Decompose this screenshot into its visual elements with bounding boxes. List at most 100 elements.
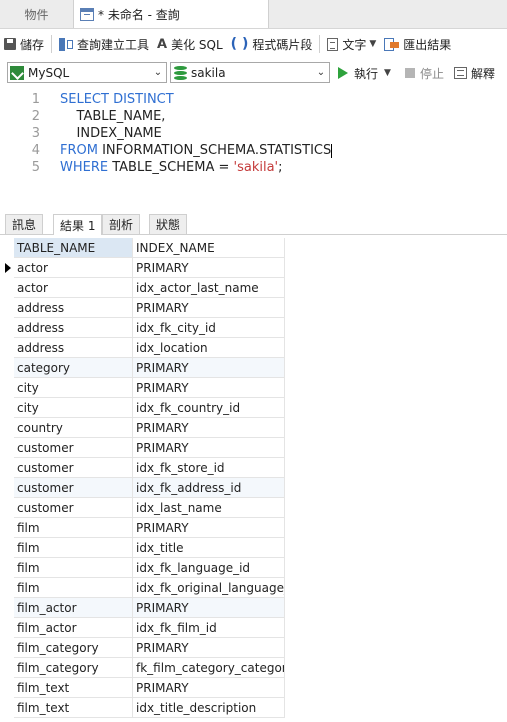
cell-index-name[interactable]: PRIMARY bbox=[133, 438, 285, 458]
table-row[interactable]: film PRIMARY bbox=[0, 518, 285, 538]
sql-editor[interactable]: 1 SELECT DISTINCT 2 TABLE_NAME, 3 INDEX_NAM… bbox=[0, 88, 507, 210]
tab-messages[interactable]: 訊息 bbox=[5, 214, 44, 234]
cell-index-name[interactable]: PRIMARY bbox=[133, 518, 285, 538]
save-button[interactable]: 儲存 bbox=[0, 31, 48, 57]
cell-index-name[interactable]: idx_fk_film_id bbox=[133, 618, 285, 638]
cell-index-name[interactable]: idx_title_description bbox=[133, 698, 285, 718]
cell-index-name[interactable]: idx_title bbox=[133, 538, 285, 558]
table-row[interactable]: film_text PRIMARY bbox=[0, 678, 285, 698]
caret-down-icon[interactable]: ▼ bbox=[384, 68, 391, 78]
table-row[interactable]: customer idx_last_name bbox=[0, 498, 285, 518]
row-marker[interactable] bbox=[0, 658, 14, 678]
table-row[interactable]: country PRIMARY bbox=[0, 418, 285, 438]
row-marker[interactable] bbox=[0, 498, 14, 518]
database-select[interactable]: sakila ⌄ bbox=[170, 62, 330, 83]
row-marker[interactable] bbox=[0, 618, 14, 638]
table-row[interactable]: city idx_fk_country_id bbox=[0, 398, 285, 418]
table-row[interactable]: film_category fk_film_category_category bbox=[0, 658, 285, 678]
cell-table-name[interactable]: customer bbox=[14, 498, 133, 518]
cell-table-name[interactable]: category bbox=[14, 358, 133, 378]
cell-table-name[interactable]: film_actor bbox=[14, 618, 133, 638]
cell-index-name[interactable]: idx_fk_store_id bbox=[133, 458, 285, 478]
row-marker[interactable] bbox=[0, 398, 14, 418]
cell-table-name[interactable]: customer bbox=[14, 478, 133, 498]
row-marker[interactable] bbox=[0, 558, 14, 578]
row-marker[interactable] bbox=[0, 598, 14, 618]
table-row[interactable]: film idx_fk_language_id bbox=[0, 558, 285, 578]
row-marker[interactable] bbox=[0, 338, 14, 358]
cell-table-name[interactable]: city bbox=[14, 398, 133, 418]
cell-table-name[interactable]: film bbox=[14, 538, 133, 558]
table-row[interactable]: customer PRIMARY bbox=[0, 438, 285, 458]
cell-table-name[interactable]: film_actor bbox=[14, 598, 133, 618]
table-row[interactable]: address idx_location bbox=[0, 338, 285, 358]
cell-table-name[interactable]: film bbox=[14, 578, 133, 598]
text-mode-button[interactable]: 文字 ▼ bbox=[323, 31, 380, 57]
row-marker[interactable] bbox=[0, 438, 14, 458]
cell-index-name[interactable]: PRIMARY bbox=[133, 638, 285, 658]
cell-index-name[interactable]: idx_last_name bbox=[133, 498, 285, 518]
table-row[interactable]: film_category PRIMARY bbox=[0, 638, 285, 658]
row-marker[interactable] bbox=[0, 478, 14, 498]
caret-down-icon[interactable]: ▼ bbox=[369, 39, 376, 49]
row-marker[interactable] bbox=[0, 298, 14, 318]
tab-status[interactable]: 狀態 bbox=[149, 214, 188, 234]
current-row-arrow-icon[interactable] bbox=[0, 258, 14, 278]
connection-select[interactable]: MySQL ⌄ bbox=[7, 62, 167, 83]
row-marker[interactable] bbox=[0, 378, 14, 398]
cell-table-name[interactable]: film bbox=[14, 518, 133, 538]
cell-index-name[interactable]: PRIMARY bbox=[133, 378, 285, 398]
cell-table-name[interactable]: film_category bbox=[14, 638, 133, 658]
cell-index-name[interactable]: idx_location bbox=[133, 338, 285, 358]
table-row[interactable]: actor idx_actor_last_name bbox=[0, 278, 285, 298]
row-marker[interactable] bbox=[0, 518, 14, 538]
cell-table-name[interactable]: address bbox=[14, 298, 133, 318]
table-row[interactable]: category PRIMARY bbox=[0, 358, 285, 378]
cell-index-name[interactable]: idx_fk_language_id bbox=[133, 558, 285, 578]
row-marker[interactable] bbox=[0, 698, 14, 718]
stop-button[interactable]: 停止 bbox=[405, 62, 444, 84]
export-results-button[interactable]: 匯出結果 bbox=[380, 31, 455, 57]
query-builder-button[interactable]: 查詢建立工具 bbox=[55, 31, 153, 57]
table-row[interactable]: film idx_title bbox=[0, 538, 285, 558]
cell-index-name[interactable]: idx_fk_city_id bbox=[133, 318, 285, 338]
cell-table-name[interactable]: city bbox=[14, 378, 133, 398]
cell-index-name[interactable]: PRIMARY bbox=[133, 678, 285, 698]
table-row[interactable]: customer idx_fk_store_id bbox=[0, 458, 285, 478]
table-row[interactable]: address PRIMARY bbox=[0, 298, 285, 318]
beautify-sql-button[interactable]: 𝗔 美化 SQL bbox=[153, 31, 227, 57]
tab-result-1[interactable]: 結果 1 bbox=[53, 214, 103, 235]
row-marker[interactable] bbox=[0, 578, 14, 598]
cell-index-name[interactable]: PRIMARY bbox=[133, 298, 285, 318]
tab-objects[interactable]: 物件 bbox=[0, 0, 74, 28]
cell-index-name[interactable]: PRIMARY bbox=[133, 418, 285, 438]
row-marker[interactable] bbox=[0, 278, 14, 298]
column-header-index-name[interactable]: INDEX_NAME bbox=[133, 238, 285, 258]
table-row[interactable]: film_actor idx_fk_film_id bbox=[0, 618, 285, 638]
table-row[interactable]: film_actor PRIMARY bbox=[0, 598, 285, 618]
cell-index-name[interactable]: idx_fk_country_id bbox=[133, 398, 285, 418]
row-marker[interactable] bbox=[0, 678, 14, 698]
code-snippet-button[interactable]: ( ) 程式碼片段 bbox=[227, 31, 317, 57]
row-marker[interactable] bbox=[0, 358, 14, 378]
cell-table-name[interactable]: film_text bbox=[14, 698, 133, 718]
table-row[interactable]: film_text idx_title_description bbox=[0, 698, 285, 718]
cell-index-name[interactable]: idx_actor_last_name bbox=[133, 278, 285, 298]
table-row[interactable]: film idx_fk_original_language_id bbox=[0, 578, 285, 598]
cell-index-name[interactable]: fk_film_category_category bbox=[133, 658, 285, 678]
cell-table-name[interactable]: actor bbox=[14, 258, 133, 278]
cell-table-name[interactable]: film_category bbox=[14, 658, 133, 678]
row-marker[interactable] bbox=[0, 638, 14, 658]
cell-table-name[interactable]: address bbox=[14, 338, 133, 358]
column-header-table-name[interactable]: TABLE_NAME bbox=[14, 238, 133, 258]
cell-table-name[interactable]: film_text bbox=[14, 678, 133, 698]
table-row[interactable]: address idx_fk_city_id bbox=[0, 318, 285, 338]
run-button[interactable]: 執行 ▼ bbox=[338, 62, 391, 84]
cell-index-name[interactable]: idx_fk_original_language_id bbox=[133, 578, 285, 598]
cell-table-name[interactable]: customer bbox=[14, 438, 133, 458]
cell-index-name[interactable]: PRIMARY bbox=[133, 358, 285, 378]
cell-table-name[interactable]: country bbox=[14, 418, 133, 438]
cell-table-name[interactable]: film bbox=[14, 558, 133, 578]
tab-profile[interactable]: 剖析 bbox=[102, 214, 141, 234]
explain-button[interactable]: 解釋 bbox=[454, 62, 495, 84]
